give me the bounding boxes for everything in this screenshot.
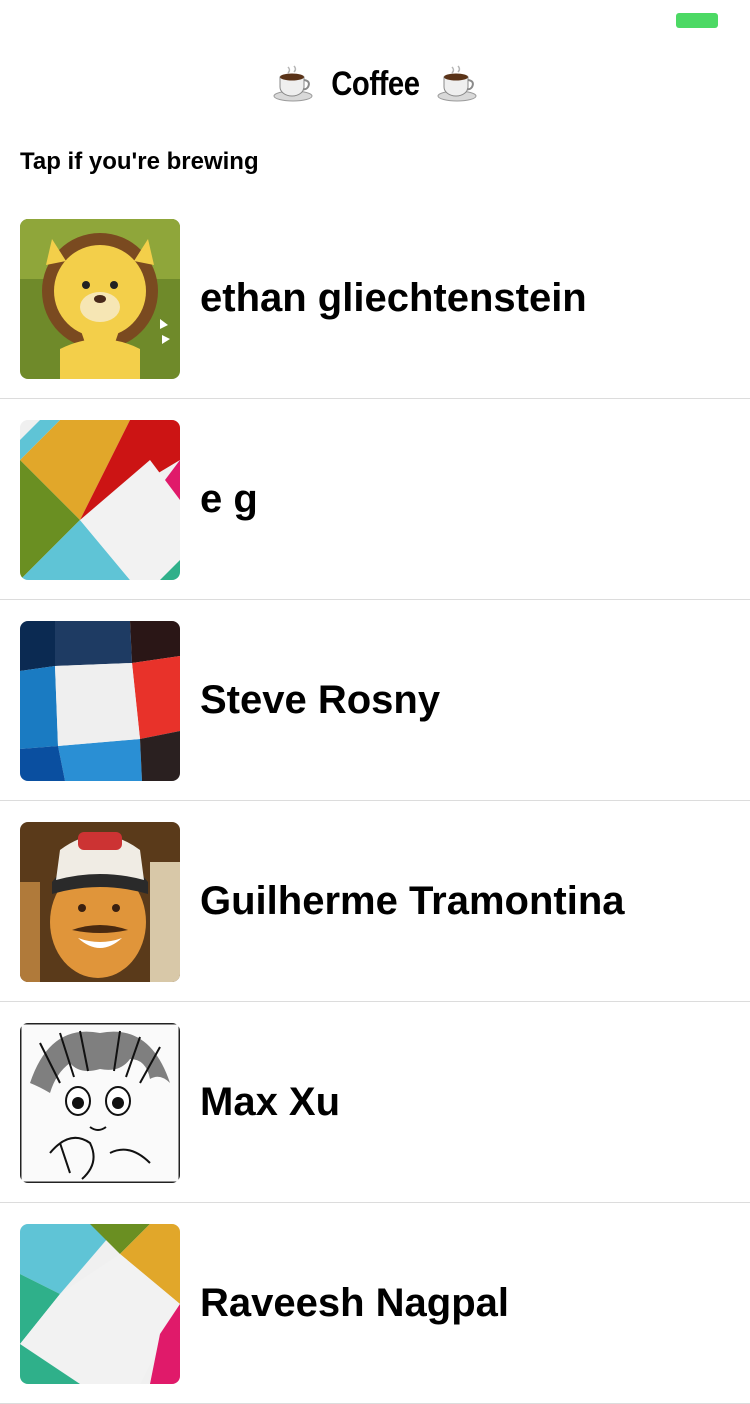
- geometric-pattern-avatar: [20, 621, 180, 781]
- section-header: Tap if you're brewing: [20, 148, 259, 175]
- list-item[interactable]: Max Xu: [0, 1002, 750, 1203]
- user-name: Steve Rosny: [200, 678, 441, 722]
- page-title: Coffee: [330, 64, 420, 103]
- photo-avatar: [20, 822, 180, 982]
- status-bar: [0, 0, 750, 40]
- list-item[interactable]: ethan gliechtenstein: [0, 198, 750, 399]
- cartoon-lion-avatar: [20, 219, 180, 379]
- user-name: Raveesh Nagpal: [200, 1281, 510, 1325]
- geometric-pattern-avatar: [20, 420, 180, 580]
- list-item[interactable]: Steve Rosny: [0, 600, 750, 801]
- user-list: ethan gliechtenstein e g Steve Rosny Gui…: [0, 198, 750, 1404]
- coffee-cup-icon: [272, 63, 314, 105]
- navigation-bar: Coffee: [0, 60, 750, 108]
- user-name: Guilherme Tramontina: [200, 879, 625, 923]
- manga-drawing-avatar: [20, 1023, 180, 1183]
- list-item[interactable]: Raveesh Nagpal: [0, 1203, 750, 1404]
- coffee-cup-icon: [436, 63, 478, 105]
- user-name: e g: [200, 477, 258, 521]
- battery-icon: [676, 13, 718, 28]
- list-item[interactable]: e g: [0, 399, 750, 600]
- user-name: Max Xu: [200, 1080, 341, 1124]
- geometric-pattern-avatar: [20, 1224, 180, 1384]
- list-item[interactable]: Guilherme Tramontina: [0, 801, 750, 1002]
- user-name: ethan gliechtenstein: [200, 276, 587, 320]
